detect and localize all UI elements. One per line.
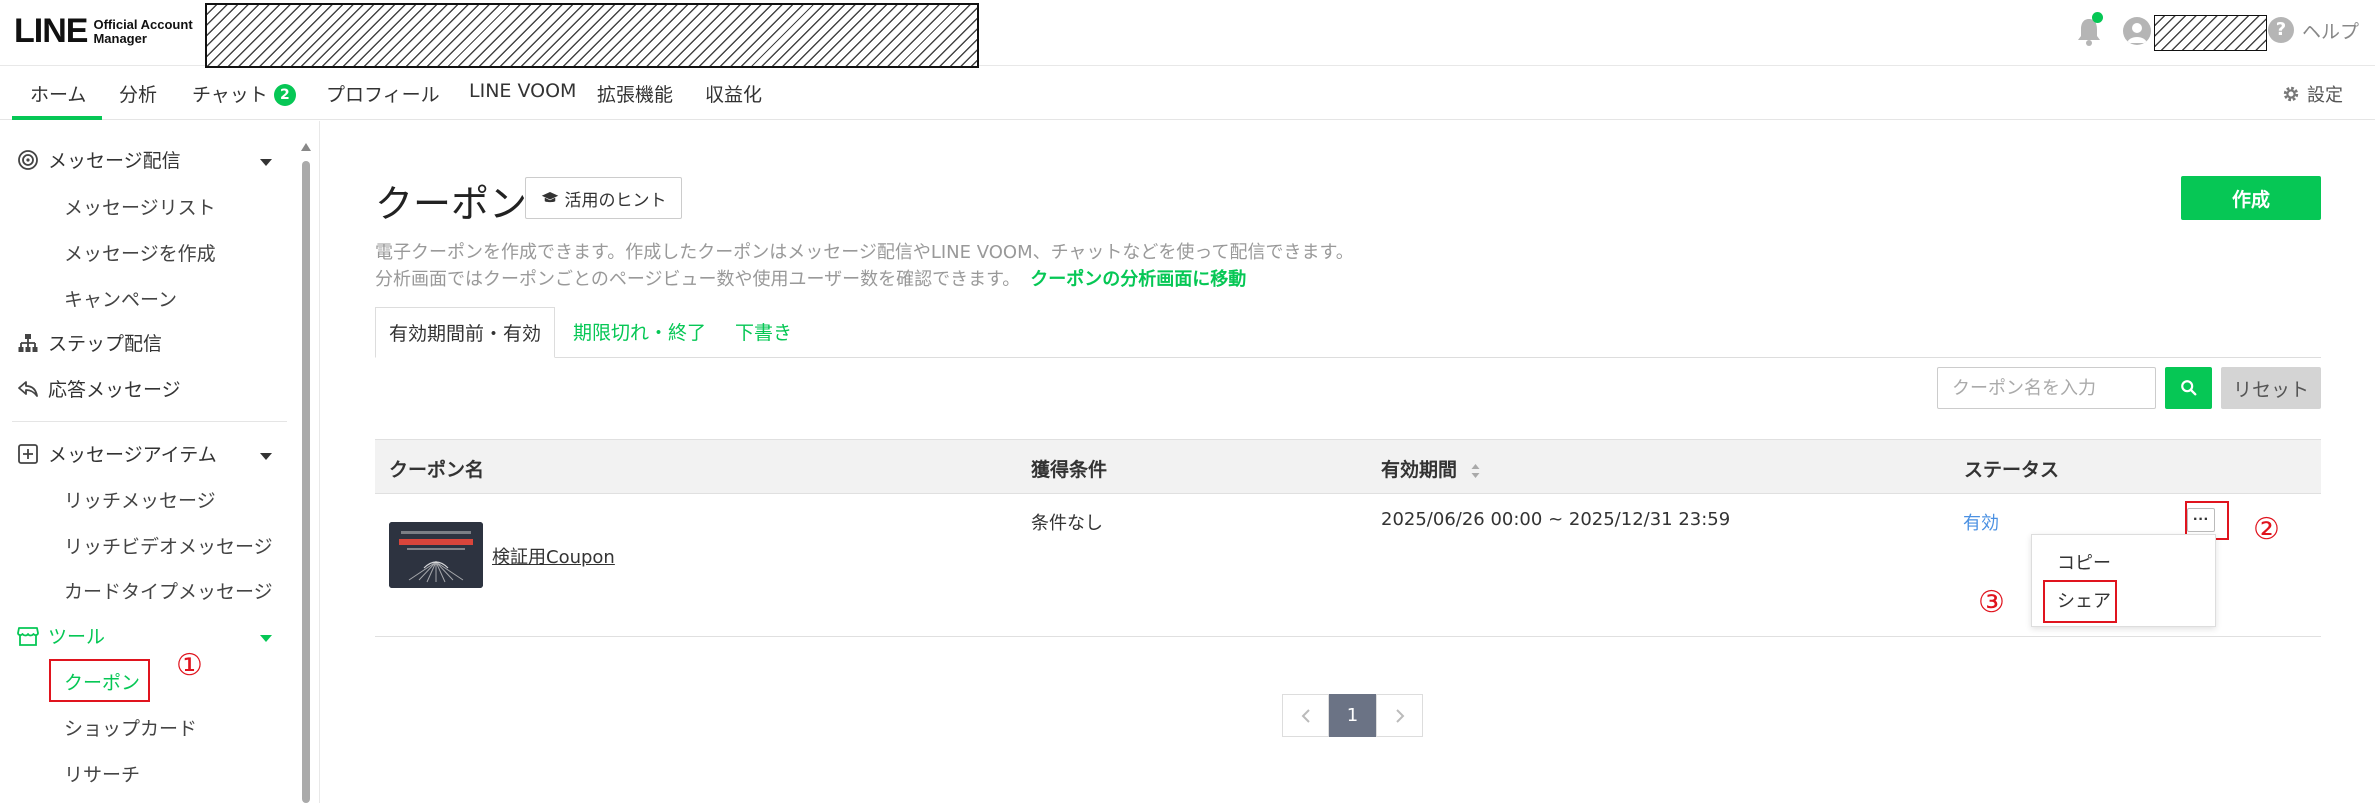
- notification-dot: [2092, 12, 2103, 23]
- broadcast-icon: [18, 149, 38, 170]
- reply-icon: [18, 380, 38, 397]
- line-oa-logo[interactable]: LINE Official Account Manager: [14, 12, 193, 51]
- logo-main-text: LINE: [14, 12, 88, 50]
- nav-chat[interactable]: チャット 2: [192, 80, 296, 107]
- table-row: 検証用Coupon 条件なし 2025/06/26 00:00 ~ 2025/1…: [375, 494, 2321, 637]
- chevron-right-icon: [1395, 708, 1404, 723]
- header-status: ステータス: [1964, 459, 2060, 481]
- nav-monetization[interactable]: 収益化: [705, 80, 762, 107]
- search-icon: [2180, 380, 2196, 396]
- coupon-period: 2025/06/26 00:00 ~ 2025/12/31 23:59: [1381, 509, 1731, 530]
- reset-button[interactable]: リセット: [2221, 367, 2321, 409]
- nav-profile[interactable]: プロフィール: [326, 80, 440, 107]
- chevron-down-icon[interactable]: [260, 159, 272, 166]
- chevron-down-icon[interactable]: [260, 635, 272, 642]
- header-condition: 獲得条件: [1031, 459, 1108, 481]
- sidebar-tools[interactable]: ツール: [16, 622, 105, 649]
- pagination-next[interactable]: [1376, 694, 1423, 737]
- shop-icon: [17, 626, 39, 646]
- search-button[interactable]: [2165, 367, 2212, 409]
- sidebar-item-card-type-message[interactable]: カードタイプメッセージ: [64, 577, 273, 604]
- sidebar-item-shop-card[interactable]: ショップカード: [64, 714, 197, 741]
- coupon-analytics-link[interactable]: クーポンの分析画面に移動: [1030, 269, 1246, 290]
- nav-extensions[interactable]: 拡張機能: [597, 80, 673, 107]
- redacted-user-name: [2154, 15, 2267, 51]
- add-box-icon: [18, 443, 38, 464]
- sidebar-step-delivery[interactable]: ステップ配信: [16, 329, 162, 356]
- pagination-prev[interactable]: [1282, 694, 1329, 737]
- sidebar-divider: [12, 421, 287, 422]
- coupon-thumbnail[interactable]: [389, 522, 483, 588]
- coupon-name-link[interactable]: 検証用Coupon: [492, 543, 615, 569]
- tab-active-coupons[interactable]: 有効期間前・有効: [375, 307, 555, 358]
- page-title: クーポン: [375, 182, 528, 226]
- header-period[interactable]: 有効期間: [1381, 455, 1481, 482]
- sidebar-item-campaign[interactable]: キャンペーン: [64, 285, 177, 312]
- nav-active-indicator: [12, 116, 102, 120]
- pagination-page-current[interactable]: 1: [1329, 694, 1376, 737]
- description-line-1: 電子クーポンを作成できます。作成したクーポンはメッセージ配信やLINE VOOM…: [375, 242, 1354, 263]
- description-line-2: 分析画面ではクーポンごとのページビュー数や使用ユーザー数を確認できます。 クーポン…: [375, 269, 1247, 290]
- main-nav: ホーム 分析 チャット 2 プロフィール LINE VOOM 拡張機能 収益化 設…: [0, 66, 2375, 120]
- pagination: 1: [1282, 694, 1423, 737]
- annotation-number-3: ③: [1978, 585, 2005, 620]
- annotation-box-1: [49, 659, 150, 702]
- create-coupon-button[interactable]: 作成: [2181, 176, 2321, 220]
- coupon-search-input[interactable]: [1937, 367, 2156, 409]
- tab-expired-coupons[interactable]: 期限切れ・終了: [573, 307, 706, 358]
- chevron-left-icon: [1301, 708, 1310, 723]
- settings-link[interactable]: 設定: [2282, 81, 2343, 107]
- sidebar-item-research[interactable]: リサーチ: [64, 760, 140, 787]
- annotation-number-1: ①: [176, 648, 203, 683]
- coupon-status[interactable]: 有効: [1963, 509, 1999, 535]
- sort-icon[interactable]: [1470, 463, 1481, 479]
- scroll-up-arrow-icon[interactable]: [301, 143, 311, 151]
- chat-count-badge: 2: [273, 84, 296, 106]
- header-coupon-name: クーポン名: [389, 459, 485, 481]
- coupon-status-tabs: 有効期間前・有効 期限切れ・終了 下書き: [375, 307, 2321, 358]
- redacted-account-name: [205, 3, 979, 68]
- menu-item-copy[interactable]: コピー: [2057, 549, 2111, 575]
- step-tree-icon: [18, 333, 38, 352]
- nav-home[interactable]: ホーム: [30, 80, 86, 107]
- help-link[interactable]: ヘルプ: [2302, 17, 2359, 44]
- tab-draft-coupons[interactable]: 下書き: [735, 307, 792, 358]
- annotation-number-2: ②: [2253, 512, 2280, 547]
- sidebar-response-message[interactable]: 応答メッセージ: [16, 375, 181, 402]
- graduation-cap-icon: [541, 192, 558, 203]
- help-icon[interactable]: ?: [2268, 17, 2294, 43]
- nav-line-voom[interactable]: LINE VOOM: [469, 80, 576, 102]
- gear-icon: [2283, 86, 2299, 102]
- sidebar-message-items[interactable]: メッセージアイテム: [16, 440, 217, 467]
- sidebar-item-rich-video-message[interactable]: リッチビデオメッセージ: [64, 532, 273, 559]
- chevron-down-icon[interactable]: [260, 453, 272, 460]
- sidebar-item-create-message[interactable]: メッセージを作成: [64, 239, 216, 266]
- logo-sub-text: Official Account Manager: [93, 16, 193, 46]
- sidebar-item-message-list[interactable]: メッセージリスト: [64, 193, 216, 220]
- hint-button[interactable]: 活用のヒント: [525, 177, 682, 219]
- annotation-box-3: [2043, 580, 2117, 623]
- sidebar-scrollbar-thumb[interactable]: [302, 161, 310, 803]
- table-header: クーポン名 獲得条件 有効期間 ステータス: [375, 439, 2321, 494]
- user-avatar-icon[interactable]: [2123, 17, 2151, 45]
- sidebar-message-delivery[interactable]: メッセージ配信: [16, 146, 181, 173]
- nav-analytics[interactable]: 分析: [119, 80, 157, 107]
- sidebar-item-rich-message[interactable]: リッチメッセージ: [64, 486, 216, 513]
- coupon-condition: 条件なし: [1031, 513, 1103, 534]
